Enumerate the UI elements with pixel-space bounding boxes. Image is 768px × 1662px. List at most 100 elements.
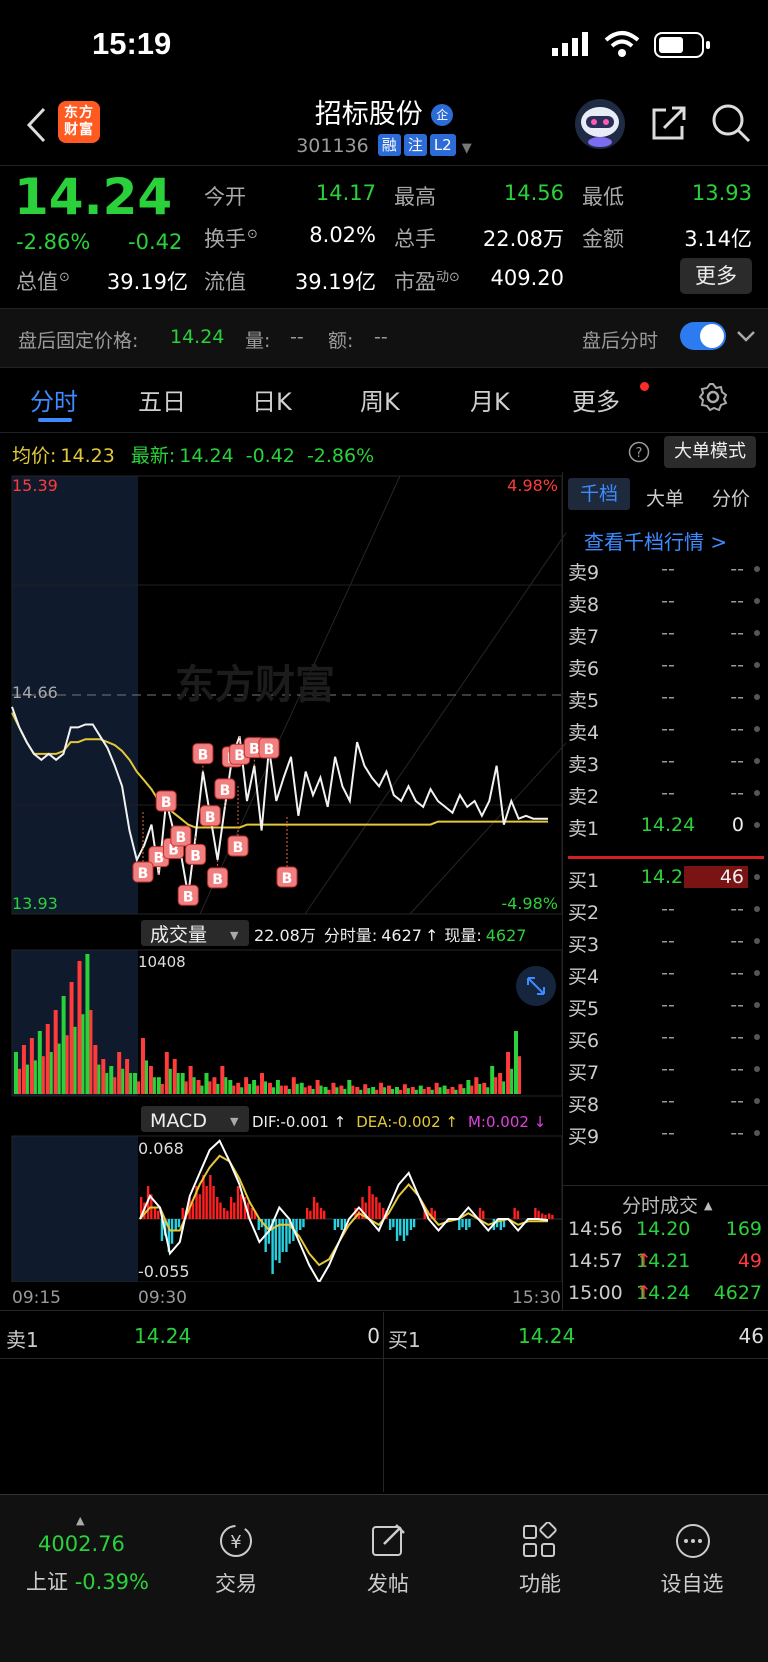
big-order-marker[interactable]: B [258,737,280,759]
big-order-marker[interactable]: B [207,859,229,889]
orderbook-tab-price[interactable]: 分价 [712,484,750,511]
bid-row[interactable]: 买9 -- -- [566,1122,768,1154]
ask-vol: -- [730,718,744,740]
bid-vol: -- [730,1058,744,1080]
nav-functions[interactable]: 功能 [480,1568,600,1598]
tab-daily-k[interactable]: 日K [252,382,292,417]
volume-bar [224,1077,228,1094]
post-icon[interactable] [370,1522,408,1560]
bid-row[interactable]: 买8 -- -- [566,1090,768,1122]
big-order-marker[interactable]: B [276,817,298,888]
ask-label: 卖5 [568,690,600,712]
bid-row[interactable]: 买7 -- -- [566,1058,768,1090]
big-order-marker[interactable]: B [177,884,199,906]
info-icon[interactable]: ⊙ [59,270,70,285]
ask-vol: -- [730,622,744,644]
info-icon[interactable]: ⊙ [247,227,258,242]
orderbook-tab-big[interactable]: 大单 [646,484,684,511]
nav-trade[interactable]: 交易 [176,1568,296,1598]
tab-five-day[interactable]: 五日 [138,382,186,417]
macd-bar [226,1210,229,1219]
ask-row[interactable]: 卖7 -- -- [566,622,768,654]
tab-intraday[interactable]: 分时 [30,382,78,417]
volume-value: 22.08万 [482,227,564,251]
chevron-up-icon[interactable]: ▲ [76,1514,84,1527]
ask-row[interactable]: 卖4 -- -- [566,718,768,750]
search-icon[interactable] [710,102,752,144]
dot-icon [754,970,760,976]
bid-row[interactable]: 买2 -- -- [566,898,768,930]
more-dots-icon[interactable] [674,1522,712,1560]
float-value: 39.19亿 [294,270,376,294]
big-order-marker[interactable]: B [192,743,214,772]
dot-icon [754,822,760,828]
chevron-down-icon[interactable] [736,330,756,344]
ask-row[interactable]: 卖1 14.24 0 [566,814,768,846]
nav-watchlist[interactable]: 设自选 [632,1568,752,1598]
macd-bar [216,1197,219,1219]
macd-bar [433,1210,437,1219]
volume-bar [85,954,90,1094]
volume-bar [490,1066,495,1094]
volume-bar [61,996,66,1094]
big-order-mode-button[interactable]: 大单模式 [664,436,756,468]
nav-post[interactable]: 发帖 [328,1568,448,1598]
bid-vol: -- [730,1122,744,1144]
tab-monthly-k[interactable]: 月K [470,382,510,417]
big-order-marker[interactable]: B [214,778,236,807]
more-button[interactable]: 更多 [680,258,752,294]
help-icon[interactable]: ? [628,441,650,463]
float-label: 流值 [204,270,246,294]
tag-l2: L2 [429,134,456,156]
chevron-down-icon: ▼ [230,929,239,942]
ask-label: 卖8 [568,594,600,616]
watermark: 东方财富 [175,662,335,708]
volume-bar [291,1077,296,1094]
dot-icon [754,758,760,764]
info-icon[interactable]: ⊙ [449,270,460,285]
bid-row[interactable]: 买1 14.24 46 [566,866,768,898]
big-order-marker[interactable]: B [199,805,221,827]
ask-row[interactable]: 卖2 -- -- [566,782,768,814]
volume-bar [41,1056,45,1094]
volume-bar [506,1052,511,1094]
functions-grid-icon[interactable] [520,1522,558,1560]
big-order-marker[interactable]: B [155,790,177,812]
ask-row[interactable]: 卖3 -- -- [566,750,768,782]
ask-row[interactable]: 卖8 -- -- [566,590,768,622]
tab-weekly-k[interactable]: 周K [360,382,400,417]
status-bar: 15:19 [0,0,768,88]
macd-bar [412,1219,416,1228]
index-name-pct[interactable]: 上证 -0.39% [26,1566,149,1596]
bid-row[interactable]: 买3 -- -- [566,930,768,962]
robot-assistant-icon[interactable] [574,98,626,150]
macd-bar [219,1202,222,1219]
after-hours-toggle[interactable] [680,322,726,350]
ask-row[interactable]: 卖5 -- -- [566,686,768,718]
intraday-chart[interactable]: 东方财富 BBBBBBBBBBBBBBBBB 15.39 14.66 13.93… [0,472,566,1282]
tab-more[interactable]: 更多 [572,382,620,417]
bid-row[interactable]: 买5 -- -- [566,994,768,1026]
ask-row[interactable]: 卖9 -- -- [566,558,768,590]
dea-line [139,1154,548,1267]
volume-bar [339,1085,344,1094]
trade-icon[interactable]: ¥ [216,1522,256,1560]
volume-bar [212,1077,217,1094]
ask-row[interactable]: 卖6 -- -- [566,654,768,686]
ask-label: 卖9 [568,562,600,584]
active-tab-indicator [38,418,72,422]
settings-gear-icon[interactable] [698,382,728,412]
bid-row[interactable]: 买4 -- -- [566,962,768,994]
macd-bar [209,1175,212,1219]
volume-bar [482,1082,487,1094]
volume-bar [133,1073,138,1094]
orderbook-tab-depth[interactable]: 千档 [568,478,630,510]
bottom-quote-bar [0,1311,768,1359]
chevron-down-icon[interactable]: ▼ [462,141,472,156]
depth-link[interactable]: 查看千档行情 > [584,526,727,555]
share-icon[interactable] [650,104,688,142]
index-value[interactable]: 4002.76 [38,1532,125,1556]
bid-row[interactable]: 买6 -- -- [566,1026,768,1058]
volume-bar [391,1088,395,1094]
trades-title[interactable]: 分时成交 ▲ [622,1191,712,1218]
